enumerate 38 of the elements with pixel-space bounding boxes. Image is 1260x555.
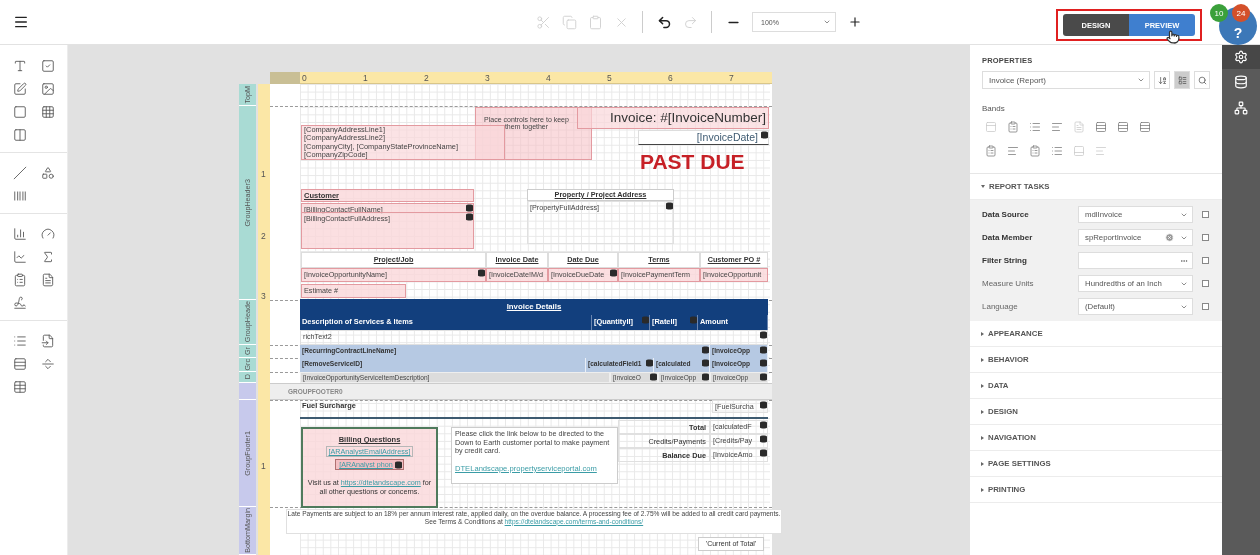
invoice-title[interactable]: Invoice: #[InvoiceNumber] [577, 107, 769, 129]
checkbox[interactable] [1202, 211, 1209, 218]
property-field[interactable] [1078, 252, 1193, 269]
bands-label: Bands [981, 103, 1006, 115]
ruler-number: 1 [363, 74, 368, 83]
ruler-number: 3 [485, 74, 490, 83]
database-icon [394, 461, 402, 469]
checkbox[interactable] [1202, 257, 1209, 264]
date-field[interactable]: [InvoiceDate] [638, 130, 769, 145]
ruler-number: 7 [729, 74, 734, 83]
property-label: Data Member [982, 233, 1034, 242]
search-icon[interactable] [1194, 71, 1210, 89]
ruler-number: 0 [302, 74, 307, 83]
ruler-number: 2 [424, 74, 429, 83]
caret-icon[interactable] [1137, 76, 1145, 84]
property-label: Language [982, 302, 1019, 311]
checkbox[interactable] [1202, 234, 1209, 241]
ruler-number: 1 [261, 462, 266, 471]
component-select[interactable]: Invoice (Report) [982, 71, 1150, 89]
property-label: Measure Units [982, 279, 1035, 288]
categories-icon[interactable] [1174, 71, 1190, 89]
ruler-number: 4 [546, 74, 551, 83]
caret-icon[interactable] [823, 18, 831, 26]
settings-icon[interactable] [1222, 45, 1260, 69]
checkbox[interactable] [1202, 280, 1209, 287]
ruler-number: 1 [261, 170, 266, 179]
ruler-number: 2 [261, 232, 266, 241]
sort-icon[interactable] [1154, 71, 1170, 89]
ruler-number: 6 [668, 74, 673, 83]
notification-badge[interactable]: 24 [1232, 4, 1250, 22]
past-due-label[interactable]: PAST DUE [638, 150, 758, 175]
property-label: Filter String [982, 256, 1028, 265]
checkbox[interactable] [1202, 303, 1209, 310]
property-label: Data Source [982, 210, 1030, 219]
ruler-number: 5 [607, 74, 612, 83]
ruler-margin [270, 72, 300, 84]
clear-icon[interactable] [1165, 233, 1174, 242]
ruler-number: 3 [261, 292, 266, 301]
